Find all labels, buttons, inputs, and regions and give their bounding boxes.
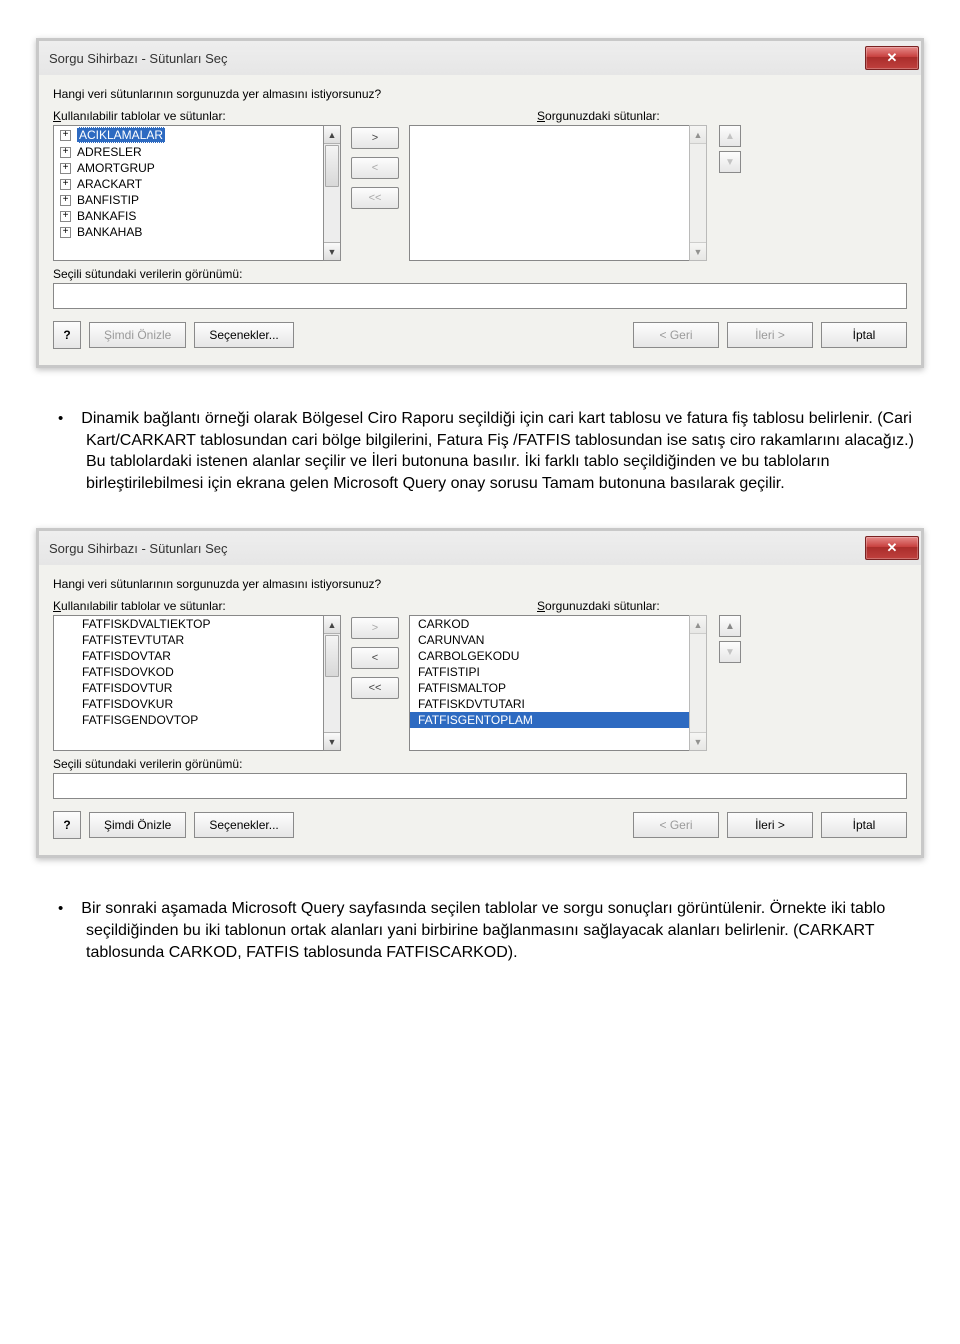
list-item[interactable]: FATFISDOVTAR: [54, 648, 323, 664]
scrollbar[interactable]: ▲ ▼: [323, 615, 341, 751]
cancel-button[interactable]: İptal: [821, 322, 907, 348]
list-item[interactable]: +AMORTGRUP: [54, 160, 323, 176]
options-button[interactable]: Seçenekler...: [194, 812, 293, 838]
list-item[interactable]: FATFISKDVALTIEKTOP: [54, 616, 323, 632]
list-item[interactable]: +ACIKLAMALAR: [54, 126, 323, 144]
selected-list[interactable]: [409, 125, 689, 261]
list-item[interactable]: FATFISTEVTUTAR: [54, 632, 323, 648]
prompt-text: Hangi veri sütunlarının sorgunuzda yer a…: [53, 87, 907, 101]
scrollbar[interactable]: ▲ ▼: [689, 125, 707, 261]
preview-box: [53, 283, 907, 309]
next-button[interactable]: İleri >: [727, 322, 813, 348]
list-item[interactable]: FATFISGENTOPLAM: [410, 712, 689, 728]
list-item[interactable]: CARKOD: [410, 616, 689, 632]
expand-icon[interactable]: +: [60, 227, 71, 238]
back-button[interactable]: < Geri: [633, 812, 719, 838]
list-item[interactable]: +BANFISTIP: [54, 192, 323, 208]
list-item[interactable]: FATFISMALTOP: [410, 680, 689, 696]
scroll-thumb[interactable]: [325, 635, 339, 677]
help-icon[interactable]: ?: [53, 811, 81, 839]
expand-icon[interactable]: +: [60, 179, 71, 190]
expand-icon[interactable]: +: [60, 130, 71, 141]
body-paragraph-1: Dinamik bağlantı örneği olarak Bölgesel …: [18, 408, 942, 494]
remove-button[interactable]: <: [351, 647, 399, 669]
titlebar[interactable]: Sorgu Sihirbazı - Sütunları Seç ✕: [39, 41, 921, 75]
list-item[interactable]: FATFISDOVKUR: [54, 696, 323, 712]
list-item[interactable]: FATFISGENDOVTOP: [54, 712, 323, 728]
query-wizard-dialog-1: Sorgu Sihirbazı - Sütunları Seç ✕ Hangi …: [36, 38, 924, 368]
available-list[interactable]: FATFISKDVALTIEKTOPFATFISTEVTUTARFATFISDO…: [53, 615, 323, 751]
move-down-icon[interactable]: ▼: [719, 641, 741, 663]
scroll-down-icon[interactable]: ▼: [324, 732, 340, 750]
remove-button[interactable]: <: [351, 157, 399, 179]
preview-label: Seçili sütundaki verilerin görünümü:: [53, 267, 907, 281]
expand-icon[interactable]: +: [60, 163, 71, 174]
list-item[interactable]: FATFISDOVTUR: [54, 680, 323, 696]
close-icon[interactable]: ✕: [865, 536, 919, 560]
remove-all-button[interactable]: <<: [351, 187, 399, 209]
scroll-down-icon[interactable]: ▼: [690, 732, 706, 750]
preview-now-button[interactable]: Şimdi Önizle: [89, 812, 186, 838]
list-item[interactable]: +ARACKART: [54, 176, 323, 192]
list-item[interactable]: FATFISTIPI: [410, 664, 689, 680]
list-item[interactable]: CARUNVAN: [410, 632, 689, 648]
body-paragraph-2: Bir sonraki aşamada Microsoft Query sayf…: [18, 898, 942, 963]
move-up-icon[interactable]: ▲: [719, 125, 741, 147]
help-icon[interactable]: ?: [53, 321, 81, 349]
expand-icon[interactable]: +: [60, 211, 71, 222]
dialog-title: Sorgu Sihirbazı - Sütunları Seç: [49, 51, 227, 66]
remove-all-button[interactable]: <<: [351, 677, 399, 699]
scroll-down-icon[interactable]: ▼: [324, 242, 340, 260]
selected-list[interactable]: CARKODCARUNVANCARBOLGEKODUFATFISTIPIFATF…: [409, 615, 689, 751]
list-item[interactable]: CARBOLGEKODU: [410, 648, 689, 664]
scroll-down-icon[interactable]: ▼: [690, 242, 706, 260]
list-item[interactable]: FATFISDOVKOD: [54, 664, 323, 680]
cancel-button[interactable]: İptal: [821, 812, 907, 838]
move-up-icon[interactable]: ▲: [719, 615, 741, 637]
next-button[interactable]: İleri >: [727, 812, 813, 838]
scrollbar[interactable]: ▲ ▼: [323, 125, 341, 261]
scroll-up-icon[interactable]: ▲: [690, 126, 706, 144]
scroll-thumb[interactable]: [325, 145, 339, 187]
available-label: KKullanılabilir tablolar ve sütunlar:ull…: [53, 109, 537, 123]
expand-icon[interactable]: +: [60, 195, 71, 206]
move-down-icon[interactable]: ▼: [719, 151, 741, 173]
prompt-text: Hangi veri sütunlarının sorgunuzda yer a…: [53, 577, 907, 591]
scroll-up-icon[interactable]: ▲: [324, 126, 340, 144]
list-item[interactable]: +BANKAHAB: [54, 224, 323, 240]
back-button[interactable]: < Geri: [633, 322, 719, 348]
available-label: Kullanılabilir tablolar ve sütunlar:: [53, 599, 537, 613]
titlebar[interactable]: Sorgu Sihirbazı - Sütunları Seç ✕: [39, 531, 921, 565]
list-item[interactable]: +BANKAFIS: [54, 208, 323, 224]
selected-label: Sorgunuzdaki sütunlar:: [537, 109, 907, 123]
scroll-up-icon[interactable]: ▲: [690, 616, 706, 634]
close-icon[interactable]: ✕: [865, 46, 919, 70]
dialog-title: Sorgu Sihirbazı - Sütunları Seç: [49, 541, 227, 556]
preview-box: [53, 773, 907, 799]
available-list[interactable]: +ACIKLAMALAR+ADRESLER+AMORTGRUP+ARACKART…: [53, 125, 323, 261]
scroll-up-icon[interactable]: ▲: [324, 616, 340, 634]
selected-label: Sorgunuzdaki sütunlar:: [537, 599, 907, 613]
preview-now-button[interactable]: Şimdi Önizle: [89, 322, 186, 348]
list-item[interactable]: FATFISKDVTUTARI: [410, 696, 689, 712]
expand-icon[interactable]: +: [60, 147, 71, 158]
add-button[interactable]: >: [351, 127, 399, 149]
options-button[interactable]: Seçenekler...: [194, 322, 293, 348]
list-item[interactable]: +ADRESLER: [54, 144, 323, 160]
preview-label: Seçili sütundaki verilerin görünümü:: [53, 757, 907, 771]
scrollbar[interactable]: ▲ ▼: [689, 615, 707, 751]
add-button[interactable]: >: [351, 617, 399, 639]
query-wizard-dialog-2: Sorgu Sihirbazı - Sütunları Seç ✕ Hangi …: [36, 528, 924, 858]
